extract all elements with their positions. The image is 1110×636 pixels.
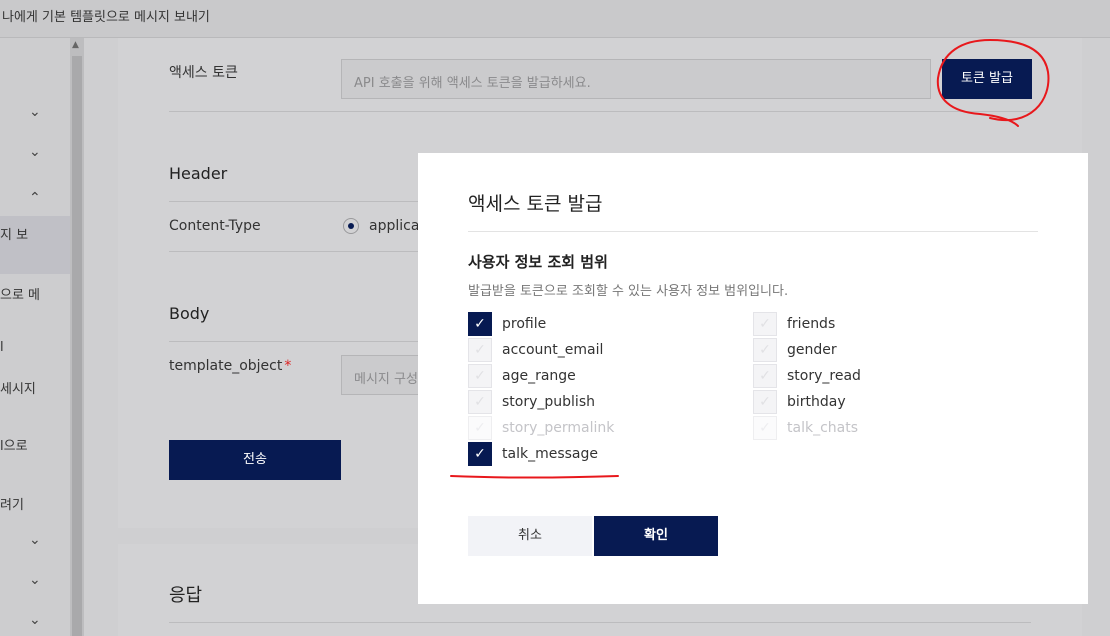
chevron-down-icon[interactable]: ⌄ (29, 612, 41, 628)
chevron-down-icon[interactable]: ⌄ (29, 104, 41, 120)
divider (169, 111, 1031, 112)
scope-label: story_read (787, 368, 861, 384)
content-type-label: Content-Type (169, 218, 261, 234)
header-section-title: Header (169, 164, 228, 183)
scope-label: gender (787, 342, 837, 358)
scope-label: birthday (787, 394, 846, 410)
scope-account-email[interactable]: ✓ account_email (468, 338, 603, 362)
check-icon[interactable]: ✓ (468, 338, 492, 362)
check-icon[interactable]: ✓ (753, 390, 777, 414)
template-object-label: template_object * (169, 358, 292, 374)
issue-token-button[interactable]: 토큰 발급 (942, 59, 1032, 99)
scope-label: talk_chats (787, 420, 858, 436)
scope-age-range[interactable]: ✓ age_range (468, 364, 576, 388)
check-icon[interactable]: ✓ (468, 312, 492, 336)
sidebar-item[interactable]: 려기 (0, 494, 24, 513)
access-token-label: 액세스 토큰 (169, 65, 238, 81)
scope-label: account_email (502, 342, 604, 358)
sidebar-item[interactable]: 세시지 (0, 378, 36, 397)
scope-label: story_permalink (502, 420, 615, 436)
chevron-down-icon[interactable]: ⌄ (29, 572, 41, 588)
chevron-down-icon[interactable]: ⌄ (29, 144, 41, 160)
page-title: 나에게 기본 템플릿으로 메시지 보내기 (2, 10, 210, 25)
top-bar: 나에게 기본 템플릿으로 메시지 보내기 (0, 0, 1110, 38)
check-icon: ✓ (468, 416, 492, 440)
content-type-value: applicat (369, 218, 425, 234)
scope-talk-chats: ✓ talk_chats (753, 416, 858, 440)
sidebar-item[interactable]: 지 보 (0, 224, 28, 243)
check-icon[interactable]: ✓ (753, 312, 777, 336)
check-icon[interactable]: ✓ (753, 364, 777, 388)
scope-friends[interactable]: ✓ friends (753, 312, 835, 336)
scope-birthday[interactable]: ✓ birthday (753, 390, 846, 414)
scope-story-publish[interactable]: ✓ story_publish (468, 390, 595, 414)
scope-label: friends (787, 316, 836, 332)
scope-label: profile (502, 316, 547, 332)
chevron-up-icon[interactable]: ⌃ (29, 190, 41, 206)
body-section-title: Body (169, 304, 210, 323)
scope-label: story_publish (502, 394, 595, 410)
scope-story-read[interactable]: ✓ story_read (753, 364, 861, 388)
confirm-button[interactable]: 확인 (594, 516, 718, 556)
send-button[interactable]: 전송 (169, 440, 341, 480)
sidebar: ⌄ ⌄ ⌃ 지 보 으로 메 l 세시지 l으로 려기 ⌄ ⌄ ⌄ (0, 38, 72, 636)
content-type-radio[interactable] (343, 218, 359, 234)
sidebar-item[interactable]: l으로 (0, 435, 28, 454)
sidebar-scrollbar-thumb[interactable] (72, 56, 82, 636)
scope-profile[interactable]: ✓ profile (468, 312, 546, 336)
check-icon[interactable]: ✓ (468, 364, 492, 388)
scope-label: age_range (502, 368, 576, 384)
modal-divider (468, 231, 1038, 232)
response-section-title: 응답 (169, 585, 203, 606)
check-icon[interactable]: ✓ (753, 338, 777, 362)
check-icon: ✓ (753, 416, 777, 440)
chevron-down-icon[interactable]: ⌄ (29, 532, 41, 548)
scope-story-permalink: ✓ story_permalink (468, 416, 614, 440)
scroll-up-icon[interactable]: ▲ (72, 40, 79, 50)
cancel-button[interactable]: 취소 (468, 516, 592, 556)
divider (169, 622, 1031, 623)
check-icon[interactable]: ✓ (468, 390, 492, 414)
scope-description: 발급받을 토큰으로 조회할 수 있는 사용자 정보 범위입니다. (468, 284, 789, 299)
scope-title: 사용자 정보 조회 범위 (468, 253, 608, 271)
modal-title: 액세스 토큰 발급 (468, 193, 603, 215)
scope-talk-message[interactable]: ✓ talk_message (468, 442, 598, 466)
required-mark: * (284, 358, 292, 374)
sidebar-item[interactable]: l (0, 340, 4, 355)
sidebar-item[interactable]: 으로 메 (0, 284, 40, 303)
access-token-input[interactable]: API 호출을 위해 액세스 토큰을 발급하세요. (341, 59, 931, 99)
scope-gender[interactable]: ✓ gender (753, 338, 837, 362)
scope-label: talk_message (502, 446, 598, 462)
access-token-modal: 액세스 토큰 발급 사용자 정보 조회 범위 발급받을 토큰으로 조회할 수 있… (418, 153, 1088, 604)
check-icon[interactable]: ✓ (468, 442, 492, 466)
